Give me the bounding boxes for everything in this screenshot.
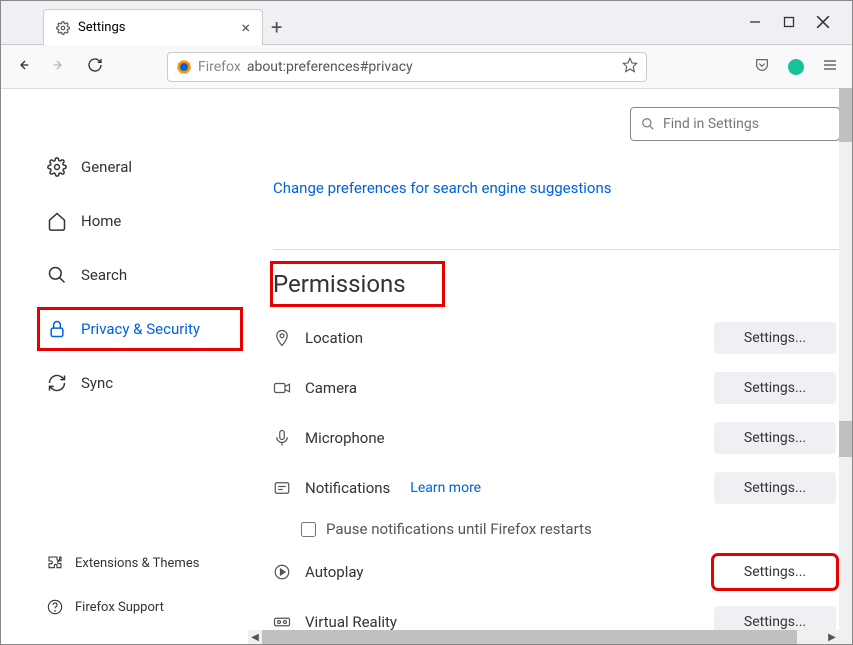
- url-path: about:preferences#privacy: [247, 59, 413, 75]
- permission-row-camera: Camera Settings...: [273, 372, 840, 404]
- scroll-right-icon[interactable]: ▶: [825, 632, 839, 643]
- search-suggestions-link[interactable]: Change preferences for search engine sug…: [273, 179, 840, 197]
- sidebar: General Home Search Privacy & Security S…: [1, 89, 247, 645]
- section-heading-permissions: Permissions: [273, 264, 442, 304]
- search-icon: [47, 265, 67, 285]
- sync-icon: [47, 373, 67, 393]
- autoplay-settings-button[interactable]: Settings...: [714, 556, 836, 588]
- sidebar-item-general[interactable]: General: [41, 149, 239, 185]
- sidebar-item-label: Firefox Support: [75, 600, 164, 615]
- close-window-icon[interactable]: [816, 15, 830, 29]
- sidebar-item-extensions[interactable]: Extensions & Themes: [41, 547, 205, 579]
- forward-button[interactable]: [51, 57, 67, 77]
- learn-more-link[interactable]: Learn more: [410, 480, 481, 496]
- sidebar-item-privacy-security[interactable]: Privacy & Security: [41, 311, 239, 347]
- camera-settings-button[interactable]: Settings...: [714, 372, 836, 404]
- microphone-icon: [273, 429, 291, 447]
- permission-row-notifications: Notifications Learn more Settings...: [273, 472, 840, 504]
- sidebar-item-support[interactable]: Firefox Support: [41, 591, 205, 623]
- gear-icon: [56, 21, 70, 35]
- scrollbar-thumb[interactable]: [262, 630, 797, 644]
- vr-icon: [273, 613, 291, 631]
- scroll-left-icon[interactable]: ◀: [248, 632, 262, 643]
- title-bar: Settings × +: [1, 1, 852, 45]
- sidebar-item-label: Search: [81, 266, 127, 284]
- sidebar-item-sync[interactable]: Sync: [41, 365, 239, 401]
- scrollbar-vertical[interactable]: [839, 88, 852, 644]
- home-icon: [47, 211, 67, 231]
- permission-label: Camera: [305, 379, 357, 397]
- url-prefix: Firefox: [198, 59, 241, 75]
- camera-icon: [273, 379, 291, 397]
- permission-label: Microphone: [305, 429, 385, 447]
- sidebar-item-home[interactable]: Home: [41, 203, 239, 239]
- tab-title: Settings: [78, 20, 125, 35]
- sidebar-item-label: Home: [81, 212, 121, 230]
- microphone-settings-button[interactable]: Settings...: [714, 422, 836, 454]
- menu-icon[interactable]: [822, 57, 838, 77]
- sidebar-item-search[interactable]: Search: [41, 257, 239, 293]
- main-panel: Find in Settings Change preferences for …: [247, 89, 852, 645]
- autoplay-icon: [273, 563, 291, 581]
- lock-icon: [47, 319, 67, 339]
- url-bar[interactable]: Firefox about:preferences#privacy: [167, 52, 647, 82]
- scrollbar-thumb[interactable]: [839, 88, 852, 142]
- search-icon: [641, 117, 655, 131]
- back-button[interactable]: [15, 57, 31, 77]
- permission-label: Virtual Reality: [305, 613, 397, 631]
- location-settings-button[interactable]: Settings...: [714, 322, 836, 354]
- puzzle-icon: [47, 555, 63, 571]
- scrollbar-thumb-inner[interactable]: [839, 421, 852, 457]
- content-area: General Home Search Privacy & Security S…: [1, 89, 852, 645]
- new-tab-button[interactable]: +: [271, 15, 282, 39]
- window-controls: [748, 1, 852, 29]
- toolbar: Firefox about:preferences#privacy: [1, 45, 852, 89]
- notifications-settings-button[interactable]: Settings...: [714, 472, 836, 504]
- bookmark-star-icon[interactable]: [622, 57, 638, 77]
- permission-row-autoplay: Autoplay Settings...: [273, 556, 840, 588]
- pause-notifications-label: Pause notifications until Firefox restar…: [326, 520, 592, 538]
- browser-tab[interactable]: Settings ×: [43, 9, 263, 45]
- scrollbar-horizontal[interactable]: ◀ ▶: [248, 630, 839, 644]
- permission-label: Notifications: [305, 479, 390, 497]
- permission-label: Location: [305, 329, 363, 347]
- sidebar-item-label: Privacy & Security: [81, 320, 200, 338]
- reload-button[interactable]: [87, 57, 103, 77]
- permission-label: Autoplay: [305, 563, 364, 581]
- permission-row-microphone: Microphone Settings...: [273, 422, 840, 454]
- sidebar-item-label: Extensions & Themes: [75, 556, 199, 571]
- pocket-icon[interactable]: [754, 57, 770, 77]
- permission-row-location: Location Settings...: [273, 322, 840, 354]
- pause-notifications-row: Pause notifications until Firefox restar…: [301, 520, 840, 538]
- firefox-icon: [176, 59, 192, 75]
- sidebar-item-label: General: [81, 158, 132, 176]
- sidebar-item-label: Sync: [81, 374, 113, 392]
- minimize-icon[interactable]: [748, 15, 762, 29]
- extension-icon[interactable]: [788, 59, 804, 75]
- divider: [273, 249, 840, 250]
- gear-icon: [47, 157, 67, 177]
- find-in-settings-input[interactable]: Find in Settings: [630, 107, 840, 141]
- pause-notifications-checkbox[interactable]: [301, 522, 316, 537]
- close-tab-icon[interactable]: ×: [241, 18, 250, 37]
- location-icon: [273, 329, 291, 347]
- maximize-icon[interactable]: [782, 15, 796, 29]
- help-icon: [47, 599, 63, 615]
- notifications-icon: [273, 479, 291, 497]
- find-placeholder: Find in Settings: [663, 116, 759, 132]
